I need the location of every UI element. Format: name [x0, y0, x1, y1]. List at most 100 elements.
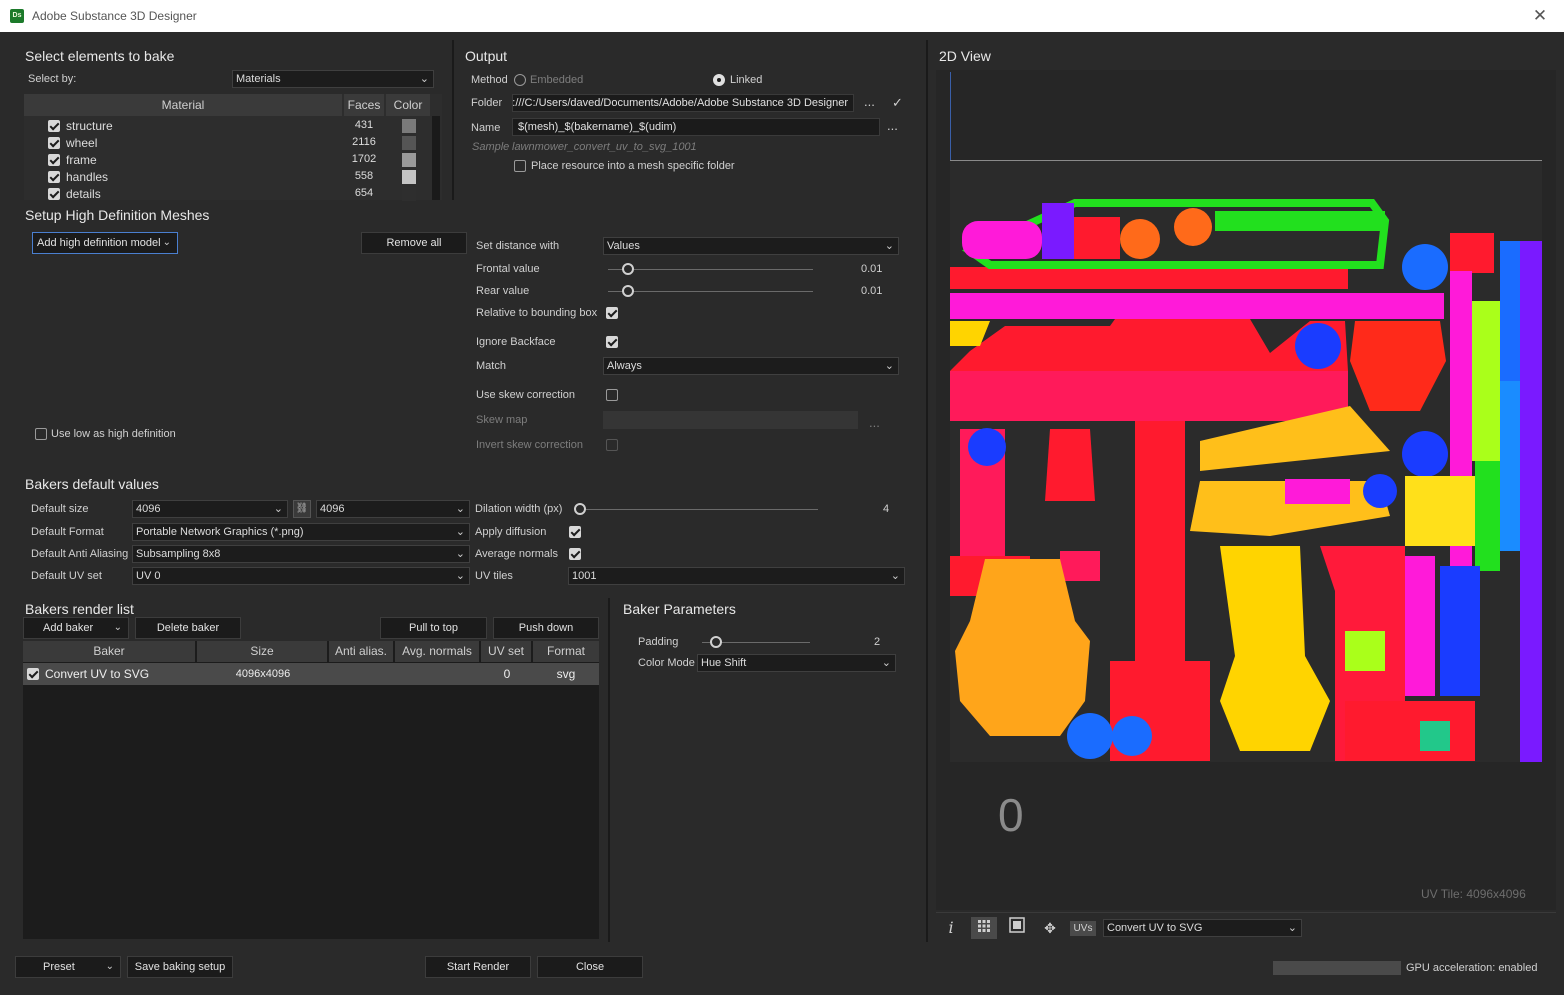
- color-mode-dropdown[interactable]: Hue Shift ⌄: [697, 654, 896, 672]
- material-color-swatch[interactable]: [402, 119, 416, 133]
- table-scrollbar[interactable]: [432, 116, 440, 200]
- material-faces: 1702: [351, 153, 377, 165]
- push-down-button[interactable]: Push down: [493, 617, 599, 639]
- pull-to-top-button[interactable]: Pull to top: [380, 617, 487, 639]
- material-name: frame: [66, 153, 97, 167]
- set-distance-dropdown[interactable]: Values ⌄: [603, 237, 899, 255]
- uv-island: [1500, 241, 1520, 381]
- delete-baker-button[interactable]: Delete baker: [135, 617, 241, 639]
- default-size-width-dropdown[interactable]: 4096 ⌄: [132, 500, 288, 518]
- save-baking-setup-button[interactable]: Save baking setup: [127, 956, 233, 978]
- rear-value[interactable]: 0.01: [861, 285, 882, 297]
- default-format-dropdown[interactable]: Portable Network Graphics (*.png) ⌄: [132, 523, 470, 541]
- default-size-height-dropdown[interactable]: 4096 ⌄: [316, 500, 470, 518]
- embedded-radio[interactable]: [514, 74, 526, 86]
- column-color[interactable]: Color: [386, 94, 430, 116]
- folder-input[interactable]: file:///C:/Users/daved/Documents/Adobe/A…: [512, 94, 854, 112]
- link-icon[interactable]: ⛓: [293, 500, 311, 518]
- uv-island: [1440, 566, 1480, 696]
- ignore-backface-checkbox[interactable]: [606, 336, 618, 348]
- add-baker-button[interactable]: Add baker ⌄: [23, 617, 129, 639]
- column-header[interactable]: Format: [533, 641, 599, 662]
- column-faces[interactable]: Faces: [344, 94, 384, 116]
- frontal-value[interactable]: 0.01: [861, 263, 882, 275]
- material-checkbox[interactable]: [48, 154, 60, 166]
- material-color-swatch[interactable]: [402, 153, 416, 167]
- padding-slider-handle[interactable]: [710, 636, 722, 648]
- name-more-button[interactable]: ...: [887, 119, 898, 132]
- material-checkbox[interactable]: [48, 188, 60, 200]
- uvs-toggle-button[interactable]: UVs: [1070, 921, 1096, 936]
- uv-tiles-dropdown[interactable]: 1001 ⌄: [568, 567, 905, 585]
- apply-diffusion-checkbox[interactable]: [569, 526, 581, 538]
- dilation-slider-track[interactable]: [578, 509, 818, 510]
- material-color-swatch[interactable]: [402, 136, 416, 150]
- material-checkbox[interactable]: [48, 171, 60, 183]
- column-header[interactable]: Baker: [23, 641, 195, 662]
- move-icon[interactable]: ✥: [1037, 917, 1063, 939]
- skew-map-more-button: ...: [869, 415, 880, 430]
- match-dropdown[interactable]: Always ⌄: [603, 357, 899, 375]
- uv-island: [1295, 323, 1341, 369]
- name-input[interactable]: $(mesh)_$(bakername)_$(udim): [512, 118, 880, 136]
- padding-value[interactable]: 2: [874, 636, 880, 648]
- baker-select-dropdown[interactable]: Convert UV to SVG ⌄: [1103, 919, 1302, 937]
- rear-slider-handle[interactable]: [622, 285, 634, 297]
- material-color-swatch[interactable]: [402, 170, 416, 184]
- render-list-title: Bakers render list: [25, 601, 134, 617]
- add-high-def-button[interactable]: Add high definition model ⌄: [32, 232, 178, 254]
- linked-radio[interactable]: [713, 74, 725, 86]
- select-by-dropdown[interactable]: Materials ⌄: [232, 70, 434, 88]
- chevron-down-icon: ⌄: [1287, 922, 1297, 934]
- baker-enabled-checkbox[interactable]: [27, 668, 39, 680]
- skew-checkbox[interactable]: [606, 389, 618, 401]
- list-item[interactable]: handles 558: [24, 169, 430, 186]
- start-render-button[interactable]: Start Render: [425, 956, 531, 978]
- column-material[interactable]: Material: [24, 94, 342, 116]
- list-item[interactable]: structure 431: [24, 118, 430, 135]
- high-def-title: Setup High Definition Meshes: [25, 207, 210, 223]
- close-window-icon[interactable]: ✕: [1530, 6, 1550, 26]
- uv-layout-image: [950, 161, 1542, 762]
- uv-tile-info: UV Tile: 4096x4096: [1421, 887, 1526, 901]
- grid-icon[interactable]: [971, 917, 997, 939]
- rear-label: Rear value: [476, 285, 530, 297]
- column-header[interactable]: UV set: [481, 641, 531, 662]
- material-name: handles: [66, 170, 109, 184]
- info-icon[interactable]: i: [938, 917, 964, 939]
- uv-tiles-value: 1001: [572, 570, 597, 582]
- material-checkbox[interactable]: [48, 120, 60, 132]
- close-button[interactable]: Close: [537, 956, 643, 978]
- window-title: Adobe Substance 3D Designer: [32, 9, 197, 23]
- chevron-down-icon: ⌄: [162, 237, 171, 248]
- column-header[interactable]: Avg. normals: [395, 641, 479, 662]
- material-color-swatch[interactable]: [402, 187, 416, 201]
- frontal-slider-track[interactable]: [608, 269, 813, 270]
- list-item[interactable]: details 654: [24, 186, 430, 203]
- frontal-slider-handle[interactable]: [622, 263, 634, 275]
- dilation-slider-handle[interactable]: [574, 503, 586, 515]
- material-checkbox[interactable]: [48, 137, 60, 149]
- table-row[interactable]: Convert UV to SVG 4096x4096 0 svg: [23, 663, 599, 685]
- use-low-checkbox[interactable]: [35, 428, 47, 440]
- uv-island: [1363, 474, 1397, 508]
- fit-icon[interactable]: [1004, 917, 1030, 939]
- default-aa-dropdown[interactable]: Subsampling 8x8 ⌄: [132, 545, 470, 563]
- column-header[interactable]: Size: [197, 641, 327, 662]
- color-mode-label: Color Mode: [638, 657, 695, 669]
- avg-normals-checkbox[interactable]: [569, 548, 581, 560]
- dilation-value[interactable]: 4: [883, 503, 889, 515]
- list-item[interactable]: frame 1702: [24, 152, 430, 169]
- rear-slider-track[interactable]: [608, 291, 813, 292]
- use-low-label: Use low as high definition: [51, 428, 176, 440]
- place-resource-checkbox[interactable]: [514, 160, 526, 172]
- checkmark-icon[interactable]: ✓: [892, 95, 903, 111]
- relative-bbox-checkbox[interactable]: [606, 307, 618, 319]
- column-header[interactable]: Anti alias.: [329, 641, 393, 662]
- preset-button[interactable]: Preset ⌄: [15, 956, 121, 978]
- chevron-down-icon: ⌄: [113, 622, 122, 633]
- browse-folder-button[interactable]: ...: [864, 95, 875, 108]
- default-uvset-dropdown[interactable]: UV 0 ⌄: [132, 567, 470, 585]
- list-item[interactable]: wheel 2116: [24, 135, 430, 152]
- remove-all-button[interactable]: Remove all: [361, 232, 467, 254]
